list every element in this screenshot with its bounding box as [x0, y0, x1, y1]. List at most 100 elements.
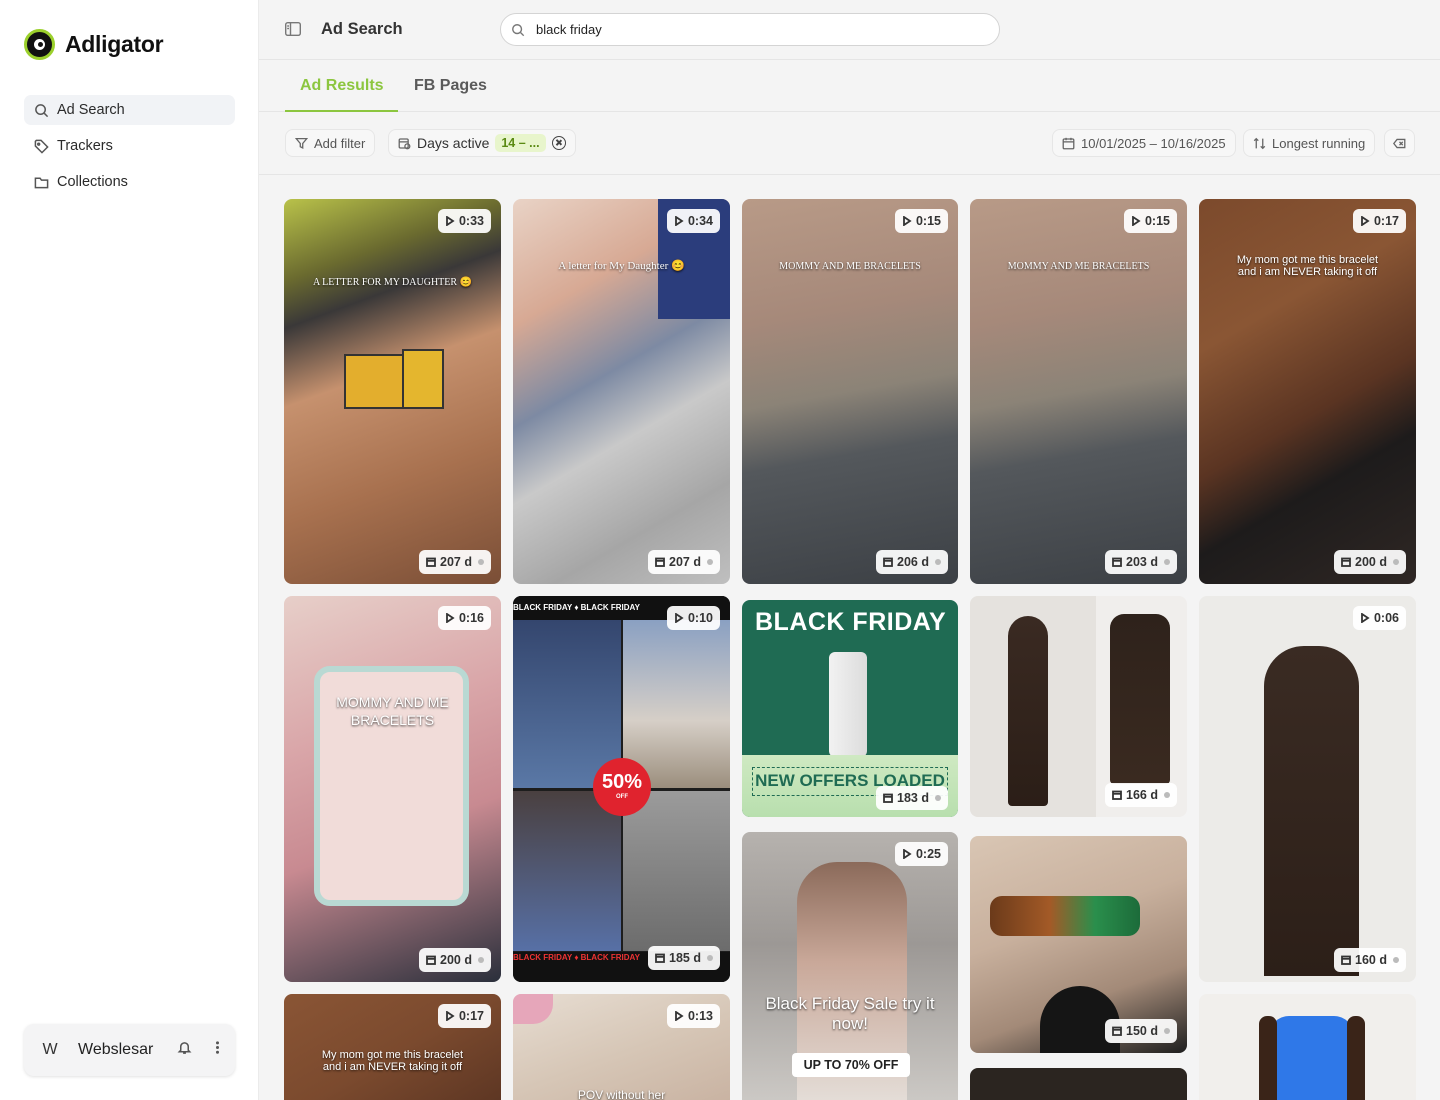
- calendar-icon: [655, 557, 665, 567]
- search-icon: [35, 103, 49, 117]
- calendar-icon: [426, 955, 436, 965]
- thumbnail-detail: [1347, 1016, 1365, 1100]
- video-duration-badge: 0:06: [1352, 606, 1406, 630]
- video-duration-badge: 0:17: [437, 1004, 491, 1028]
- thumbnail-detail: [344, 354, 404, 409]
- calendar-icon: [883, 557, 893, 567]
- days-text: 206 d: [897, 555, 929, 569]
- days-text: 166 d: [1126, 788, 1158, 802]
- ad-card[interactable]: POV without her 0:13: [513, 994, 730, 1100]
- thumbnail-detail: [513, 791, 621, 951]
- ad-results-grid: A LETTER FOR MY DAUGHTER 😊 0:33 207 d A …: [259, 176, 1440, 1100]
- ad-card[interactable]: MOMMY AND ME BRACELETS 0:16 200 d: [284, 596, 501, 982]
- tag-icon: [34, 139, 49, 154]
- ad-card[interactable]: MOMMY AND ME BRACELETS 0:15 206 d: [742, 199, 958, 584]
- days-text: 207 d: [669, 555, 701, 569]
- sort-icon: [1253, 137, 1266, 149]
- calendar-icon: [1112, 557, 1122, 567]
- search-input[interactable]: [536, 22, 976, 37]
- video-duration-badge: 0:25: [894, 842, 948, 866]
- status-dot: [707, 955, 713, 961]
- ad-card[interactable]: A letter for My Daughter 😊 0:34 207 d: [513, 199, 730, 584]
- ad-card[interactable]: BLACK FRIDAY NEW OFFERS LOADED 183 d: [742, 600, 958, 817]
- logo-text: Adligator: [65, 31, 164, 57]
- sidebar-item-trackers[interactable]: Trackers: [24, 131, 235, 161]
- discount-value: 50%: [601, 771, 643, 793]
- days-text: 183 d: [897, 791, 929, 805]
- days-active-badge: 207 d: [648, 550, 720, 574]
- days-active-badge: 203 d: [1105, 550, 1177, 574]
- calendar-clock-icon: [398, 137, 411, 149]
- ad-card[interactable]: BLACK FRIDAY ♦ BLACK FRIDAY BLACK FRIDAY…: [513, 596, 730, 982]
- ad-card[interactable]: [1199, 994, 1416, 1100]
- more-vertical-icon[interactable]: [210, 1040, 225, 1060]
- status-dot: [707, 559, 713, 565]
- thumbnail-detail: [1110, 614, 1170, 784]
- days-text: 200 d: [440, 953, 472, 967]
- tab-fb-pages[interactable]: FB Pages: [414, 77, 487, 95]
- days-active-badge: 200 d: [1334, 550, 1406, 574]
- ad-caption: MOMMY AND ME BRACELETS: [779, 261, 921, 272]
- status-dot: [1164, 559, 1170, 565]
- ad-caption: Black Friday Sale try it now!: [765, 994, 935, 1033]
- days-active-label: Days active: [417, 135, 490, 151]
- duration-text: 0:16: [458, 611, 484, 625]
- sidebar-item-label: Collections: [57, 174, 128, 190]
- ad-card[interactable]: 150 d: [970, 836, 1187, 1053]
- sort-select[interactable]: Longest running: [1243, 129, 1376, 157]
- sidebar-item-label: Ad Search: [57, 102, 125, 118]
- tab-ad-results[interactable]: Ad Results: [300, 77, 384, 95]
- days-text: 200 d: [1355, 555, 1387, 569]
- play-icon: [1361, 613, 1370, 623]
- search-icon: [512, 23, 525, 36]
- bell-icon[interactable]: [177, 1040, 192, 1060]
- ad-card[interactable]: My mom got me this bracelet and i am NEV…: [284, 994, 501, 1100]
- days-active-badge: 183 d: [876, 786, 948, 810]
- sidebar-toggle-icon[interactable]: [285, 22, 301, 36]
- add-filter-button[interactable]: Add filter: [285, 129, 376, 157]
- ad-caption: My mom got me this bracelet and i am NEV…: [321, 1049, 464, 1073]
- date-range-picker[interactable]: 10/01/2025 – 10/16/2025: [1052, 129, 1236, 157]
- ad-headline-text: BLACK FRIDAY: [755, 608, 947, 636]
- days-active-filter[interactable]: Days active 14 – ...: [388, 129, 576, 157]
- duration-text: 0:34: [687, 214, 713, 228]
- logo[interactable]: Adligator: [24, 29, 164, 60]
- tabs: Ad Results FB Pages: [259, 60, 1440, 112]
- days-text: 150 d: [1126, 1024, 1158, 1038]
- days-active-badge: 150 d: [1105, 1019, 1177, 1043]
- ad-caption: POV without her: [577, 1088, 666, 1100]
- clear-all-button[interactable]: [1384, 129, 1415, 157]
- user-card[interactable]: W Webslesar: [24, 1024, 235, 1076]
- days-active-value: 14 – ...: [495, 134, 546, 152]
- ad-caption: MOMMY AND ME BRACELETS: [1007, 261, 1150, 272]
- video-duration-badge: 0:34: [666, 209, 720, 233]
- ad-card[interactable]: 0:06 160 d: [1199, 596, 1416, 982]
- play-icon: [446, 216, 455, 226]
- ad-card[interactable]: Black Friday Sale try it now! UP TO 70% …: [742, 832, 958, 1100]
- duration-text: 0:06: [1373, 611, 1399, 625]
- ad-card[interactable]: [970, 1068, 1187, 1100]
- calendar-icon: [1062, 137, 1075, 149]
- ad-offer-text: UP TO 70% OFF: [792, 1053, 910, 1077]
- ad-headline: BLACK FRIDAY: [755, 608, 946, 637]
- status-dot: [935, 795, 941, 801]
- video-duration-badge: 0:17: [1352, 209, 1406, 233]
- play-icon: [446, 1011, 455, 1021]
- status-dot: [1393, 957, 1399, 963]
- ad-card[interactable]: 166 d: [970, 596, 1187, 817]
- sidebar-item-ad-search[interactable]: Ad Search: [24, 95, 235, 125]
- search-box[interactable]: [500, 13, 1000, 46]
- clear-filter-icon[interactable]: [551, 136, 566, 150]
- status-dot: [1393, 559, 1399, 565]
- ad-card[interactable]: My mom got me this bracelet and i am NEV…: [1199, 199, 1416, 584]
- duration-text: 0:10: [687, 611, 713, 625]
- duration-text: 0:15: [1144, 214, 1170, 228]
- sidebar-item-collections[interactable]: Collections: [24, 167, 235, 197]
- days-text: 160 d: [1355, 953, 1387, 967]
- ad-card[interactable]: MOMMY AND ME BRACELETS 0:15 203 d: [970, 199, 1187, 584]
- days-text: 185 d: [669, 951, 701, 965]
- play-icon: [1132, 216, 1141, 226]
- duration-text: 0:25: [915, 847, 941, 861]
- ad-card[interactable]: A LETTER FOR MY DAUGHTER 😊 0:33 207 d: [284, 199, 501, 584]
- thumbnail-detail: [1259, 1016, 1277, 1100]
